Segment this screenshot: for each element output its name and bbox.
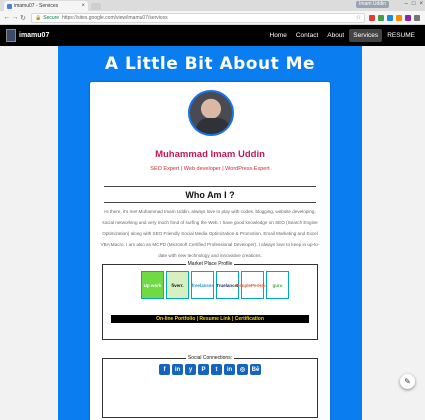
- close-window-icon[interactable]: ×: [419, 1, 423, 8]
- marketplace-title: Market Place Profile: [185, 261, 235, 267]
- bookmark-star-icon[interactable]: ☆: [356, 14, 361, 21]
- maximize-icon[interactable]: □: [412, 1, 416, 8]
- behance-icon[interactable]: Bē: [250, 364, 261, 375]
- profile-roles: SEO Expert | Web developer | WordPress E…: [150, 166, 270, 172]
- minimize-icon[interactable]: –: [405, 1, 408, 8]
- marketplace-box: Market Place Profile Up work fiverr. fre…: [102, 261, 318, 340]
- browser-titlebar: imamu07 - Services × Imam Uddin – □ ×: [0, 0, 425, 11]
- extension-icon[interactable]: [396, 14, 402, 21]
- social-box: Social Connections: f in y P t in ◎ Bē: [102, 355, 318, 418]
- profile-photo: [188, 90, 234, 136]
- back-icon[interactable]: ←: [3, 14, 11, 21]
- extension-icon[interactable]: [369, 14, 375, 21]
- twitter-icon[interactable]: t: [211, 364, 222, 375]
- logo-text: imamu07: [19, 32, 50, 39]
- extension-icon[interactable]: [405, 14, 411, 21]
- linkedin-icon[interactable]: in: [172, 364, 183, 375]
- url-text: https://sites.google.com/view/imamu07/se…: [62, 14, 168, 21]
- bio-text: Hi there, it's me! Muhammad Imam Uddin, …: [100, 209, 320, 258]
- social-title: Social Connections:: [185, 355, 235, 361]
- site-header: imamu07 Home Contact About Services RESU…: [0, 25, 425, 46]
- instagram-icon[interactable]: ◎: [237, 364, 248, 375]
- nav-resume[interactable]: RESUME: [383, 29, 419, 42]
- marketplace-logos: Up work fiverr. freelancer Truelancer Pe…: [141, 271, 289, 299]
- pinterest-icon[interactable]: P: [198, 364, 209, 375]
- new-tab-button[interactable]: [91, 3, 101, 10]
- photo-shirt: [196, 118, 230, 134]
- favicon-icon: [7, 3, 12, 9]
- profile-name: Muhammad Imam Uddin: [155, 149, 265, 160]
- address-bar[interactable]: 🔒 Secure https://sites.google.com/view/i…: [31, 12, 365, 23]
- portfolio-links-bar[interactable]: On-line Portfolio | Resume Link | Certif…: [111, 315, 309, 323]
- extension-icon[interactable]: [378, 14, 384, 21]
- facebook-icon[interactable]: f: [159, 364, 170, 375]
- freelancer-logo[interactable]: freelancer: [191, 271, 214, 299]
- secure-label: Secure: [43, 14, 60, 21]
- fiverr-logo[interactable]: fiverr.: [166, 271, 189, 299]
- nav-services[interactable]: Services: [349, 29, 383, 42]
- blue-panel: A Little Bit About Me Muhammad Imam Uddi…: [58, 46, 362, 420]
- nav-home[interactable]: Home: [266, 29, 291, 42]
- divider: [104, 186, 316, 187]
- forward-icon[interactable]: →: [11, 14, 19, 21]
- extension-icons: [369, 14, 420, 21]
- profile-badge[interactable]: Imam Uddin: [356, 1, 389, 8]
- page-content: A Little Bit About Me Muhammad Imam Uddi…: [0, 46, 425, 420]
- about-heading: Who Am I ?: [185, 190, 235, 200]
- address-toolbar: ← → ↻ 🔒 Secure https://sites.google.com/…: [0, 11, 425, 25]
- extension-icon[interactable]: [387, 14, 393, 21]
- menu-icon[interactable]: [414, 14, 420, 21]
- browser-tab[interactable]: imamu07 - Services ×: [4, 1, 88, 11]
- pencil-icon[interactable]: ✎: [400, 374, 415, 389]
- linkedin-icon[interactable]: in: [224, 364, 235, 375]
- site-nav: Home Contact About Services RESUME: [266, 29, 420, 42]
- logo-image: [6, 29, 16, 42]
- divider: [104, 202, 316, 203]
- guru-logo[interactable]: guru: [266, 271, 289, 299]
- site-logo[interactable]: imamu07: [6, 29, 49, 42]
- nav-about[interactable]: About: [323, 29, 348, 42]
- youtube-icon[interactable]: y: [185, 364, 196, 375]
- lock-icon: 🔒: [35, 14, 42, 21]
- social-icons: f in y P t in ◎ Bē: [103, 364, 317, 375]
- tab-close-icon[interactable]: ×: [81, 3, 85, 9]
- nav-contact[interactable]: Contact: [292, 29, 322, 42]
- tab-title: imamu07 - Services: [14, 3, 59, 9]
- profile-card: Muhammad Imam Uddin SEO Expert | Web dev…: [90, 82, 330, 420]
- window-controls: – □ ×: [405, 1, 423, 8]
- peopleperhour-logo[interactable]: PeoplePerHour: [236, 271, 269, 299]
- reload-icon[interactable]: ↻: [19, 14, 27, 22]
- upwork-logo[interactable]: Up work: [141, 271, 164, 299]
- page-title: A Little Bit About Me: [104, 54, 316, 74]
